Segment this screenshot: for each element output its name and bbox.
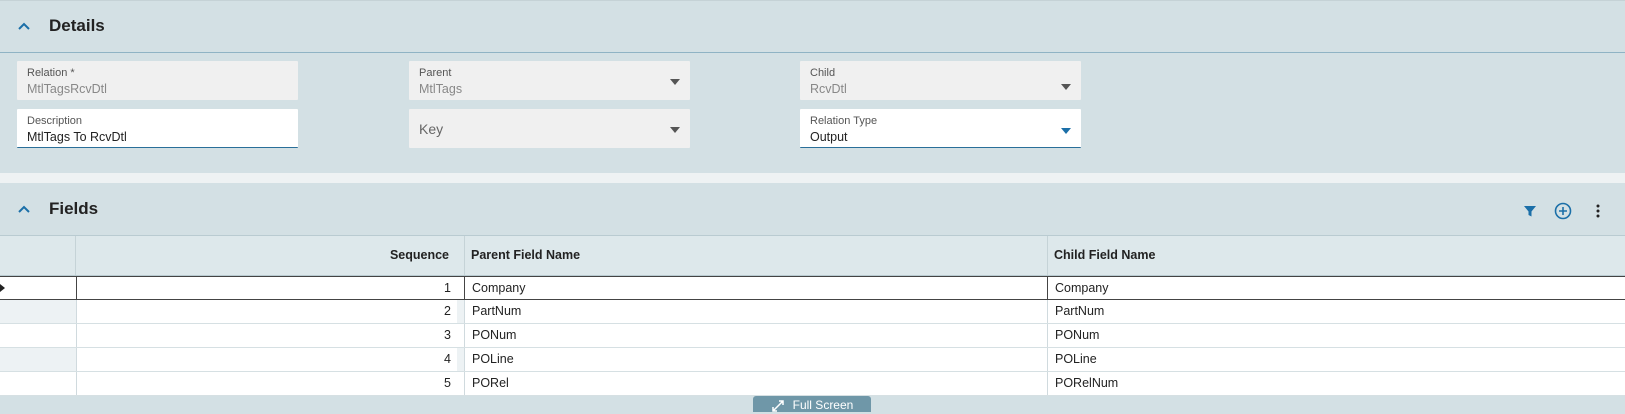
column-divider [1047,236,1048,275]
table-row[interactable]: 5 PORel PORelNum [0,372,1625,396]
child-field-cell[interactable]: POLine [1047,348,1625,371]
column-divider [75,236,76,275]
section-divider [0,173,1625,183]
sequence-cell[interactable]: 4 [76,348,457,371]
row-indicator-icon [0,284,5,292]
parent-field-cell[interactable]: PartNum [464,300,1047,323]
key-placeholder: Key [419,121,444,137]
more-vertical-icon[interactable] [1589,202,1607,220]
column-header-child-field[interactable]: Child Field Name [1054,236,1614,275]
relation-value: MtlTagsRcvDtl [27,82,107,96]
table-row[interactable]: 2 PartNum PartNum [0,300,1625,324]
child-field-cell[interactable]: PORelNum [1047,372,1625,395]
expand-icon [771,400,784,412]
column-header-parent-field[interactable]: Parent Field Name [471,236,1031,275]
description-label: Description [27,115,83,127]
sequence-cell[interactable]: 2 [76,300,457,323]
chevron-down-icon[interactable] [670,79,680,85]
sequence-cell[interactable]: 1 [76,277,457,300]
fields-header[interactable]: Fields [0,184,1625,234]
chevron-down-icon[interactable] [670,127,680,133]
parent-label: Parent [419,67,452,79]
chevron-up-icon[interactable] [16,202,32,218]
details-title: Details [49,16,105,35]
add-circle-icon[interactable] [1554,202,1572,220]
chevron-down-icon[interactable] [1061,84,1071,90]
sequence-cell[interactable]: 3 [76,324,457,347]
child-value: RcvDtl [810,82,847,96]
key-dropdown[interactable]: Key [409,109,690,148]
child-field-cell[interactable]: PONum [1047,324,1625,347]
sequence-cell[interactable]: 5 [76,372,457,395]
relation-type-value: Output [810,130,848,144]
parent-value: MtlTags [419,82,463,96]
details-panel: Details Relation * MtlTagsRcvDtl Parent … [0,1,1625,173]
grid-header: Sequence Parent Field Name Child Field N… [0,235,1625,276]
relation-field[interactable]: Relation * MtlTagsRcvDtl [17,61,298,100]
table-row[interactable]: 1 Company Company [0,276,1625,300]
fields-grid: Sequence Parent Field Name Child Field N… [0,235,1625,396]
child-dropdown[interactable]: Child RcvDtl [800,61,1081,100]
parent-field-cell[interactable]: Company [464,277,1047,300]
description-value[interactable]: MtlTags To RcvDtl [27,130,127,144]
parent-dropdown[interactable]: Parent MtlTags [409,61,690,100]
table-row[interactable]: 3 PONum PONum [0,324,1625,348]
child-field-cell[interactable]: PartNum [1047,300,1625,323]
relation-type-dropdown[interactable]: Relation Type Output [800,109,1081,148]
column-divider [464,236,465,275]
parent-field-cell[interactable]: PORel [464,372,1047,395]
relation-type-label: Relation Type [810,115,878,127]
filter-icon[interactable] [1521,202,1539,220]
column-header-sequence[interactable]: Sequence [76,236,455,275]
table-row[interactable]: 4 POLine POLine [0,348,1625,372]
description-field[interactable]: Description MtlTags To RcvDtl [17,109,298,148]
child-label: Child [810,67,836,79]
parent-field-cell[interactable]: POLine [464,348,1047,371]
relation-label: Relation * [27,67,75,79]
parent-field-cell[interactable]: PONum [464,324,1047,347]
fields-title: Fields [49,199,99,218]
chevron-up-icon[interactable] [16,19,32,35]
full-screen-button[interactable]: Full Screen [753,396,871,412]
details-header[interactable]: Details [0,2,1625,53]
chevron-down-icon[interactable] [1061,128,1071,134]
full-screen-label: Full Screen [792,398,854,412]
child-field-cell[interactable]: Company [1047,277,1625,300]
